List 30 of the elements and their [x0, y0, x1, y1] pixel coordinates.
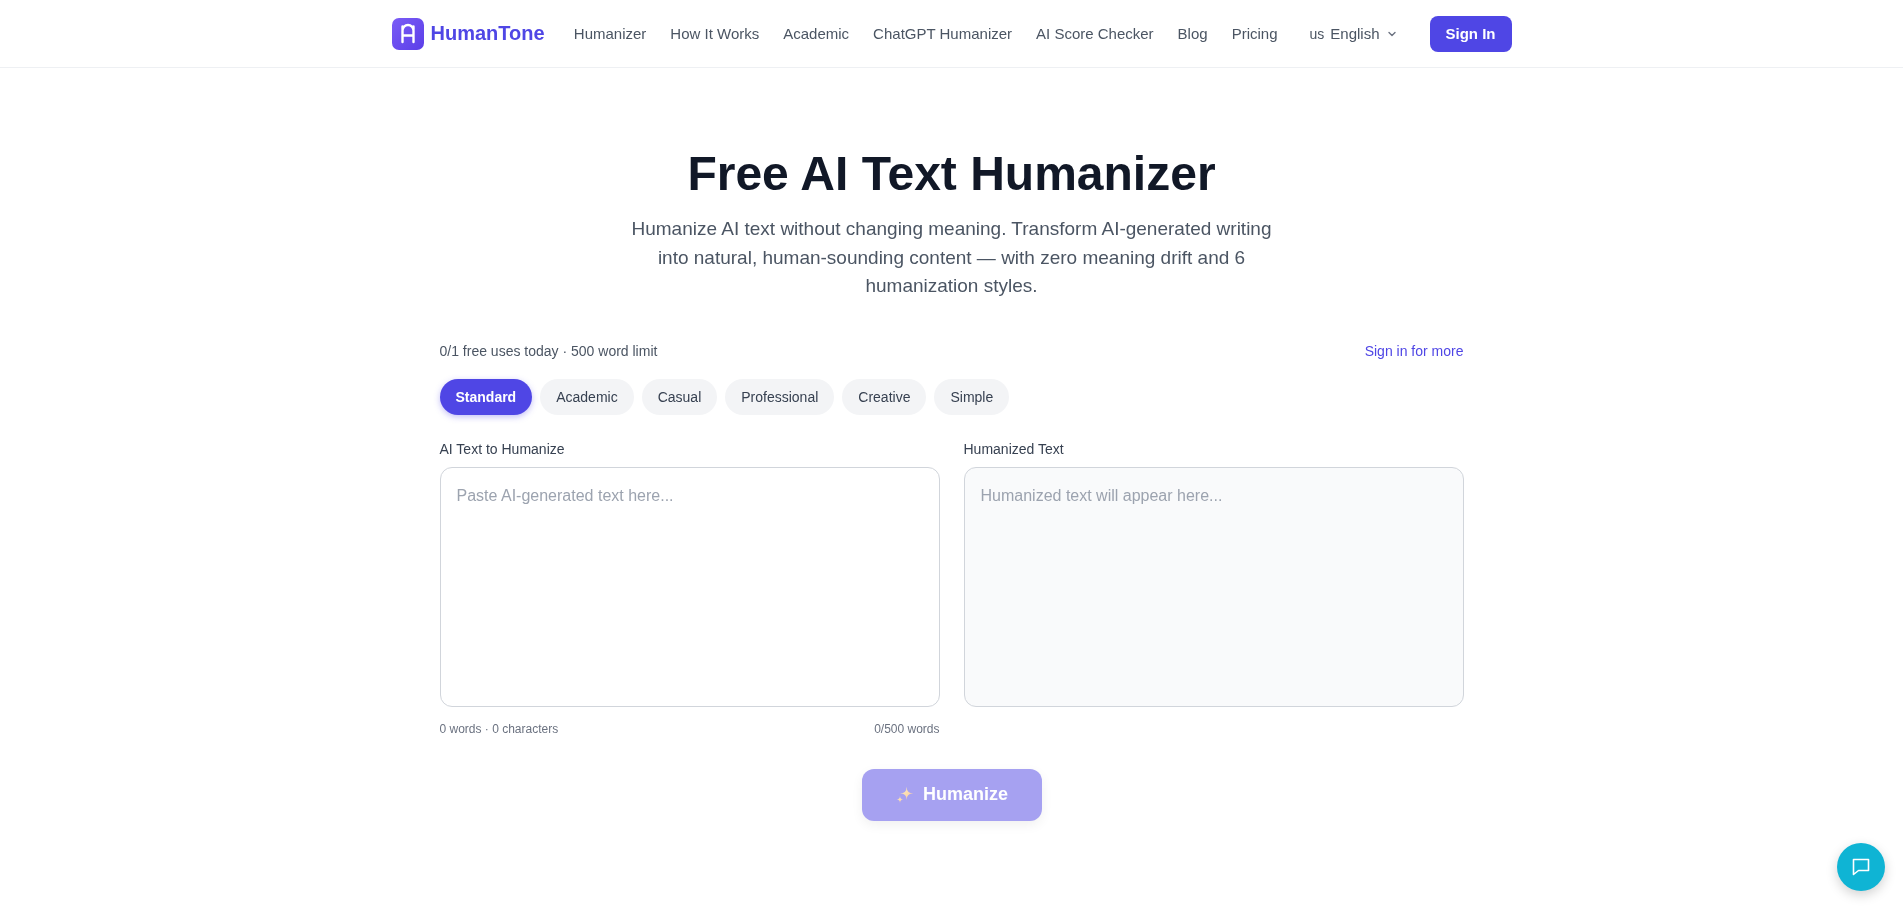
logo-icon — [391, 17, 424, 50]
text-input-field[interactable]: Paste AI-generated text here... — [439, 466, 940, 707]
usage-info: 0/1 free uses today · 500 word limit — [439, 342, 658, 359]
page-subtitle: Humanize AI text without changing meaning. Transform AI-generated writing into natural, human-sounding content — with zero meaning drift and 6 humanization styles. — [630, 217, 1273, 298]
nav-link[interactable]: Pricing — [1231, 25, 1278, 42]
word-limit: 0/500 words — [874, 720, 940, 737]
sign-in-button[interactable]: Sign In — [1429, 15, 1512, 52]
nav-link[interactable]: AI Score Checker — [1036, 25, 1154, 42]
logo-link[interactable]: HumanTone — [391, 17, 545, 50]
field-label: Humanized Text — [963, 439, 1064, 459]
field-label: AI Text to Humanize — [439, 439, 565, 459]
country-code: us — [1309, 25, 1325, 42]
style-tab[interactable]: Academic — [540, 378, 634, 415]
language-selector[interactable]: us English — [1309, 25, 1398, 42]
nav-link[interactable]: How It Works — [670, 25, 760, 42]
chat-bubble-icon — [1851, 857, 1871, 877]
nav-link[interactable]: Blog — [1177, 25, 1208, 42]
style-tab[interactable]: Simple — [934, 378, 1010, 415]
nav-link[interactable]: ChatGPT Humanizer — [873, 25, 1013, 42]
style-tab[interactable]: Creative — [842, 378, 927, 415]
chat-button[interactable] — [1837, 843, 1885, 891]
page-title: Free AI Text Humanizer — [687, 150, 1216, 198]
nav-link[interactable]: Humanizer — [573, 25, 647, 42]
sign-in-link[interactable]: Sign in for more — [1364, 342, 1464, 359]
output-text-field[interactable]: Humanized text will appear here... — [963, 466, 1464, 707]
word-count: 0 words · 0 characters — [439, 720, 559, 737]
style-tab[interactable]: Professional — [725, 378, 835, 415]
nav-link[interactable]: Academic — [783, 25, 850, 42]
style-tab[interactable]: Casual — [641, 378, 718, 415]
style-tab[interactable]: Standard — [439, 378, 533, 415]
